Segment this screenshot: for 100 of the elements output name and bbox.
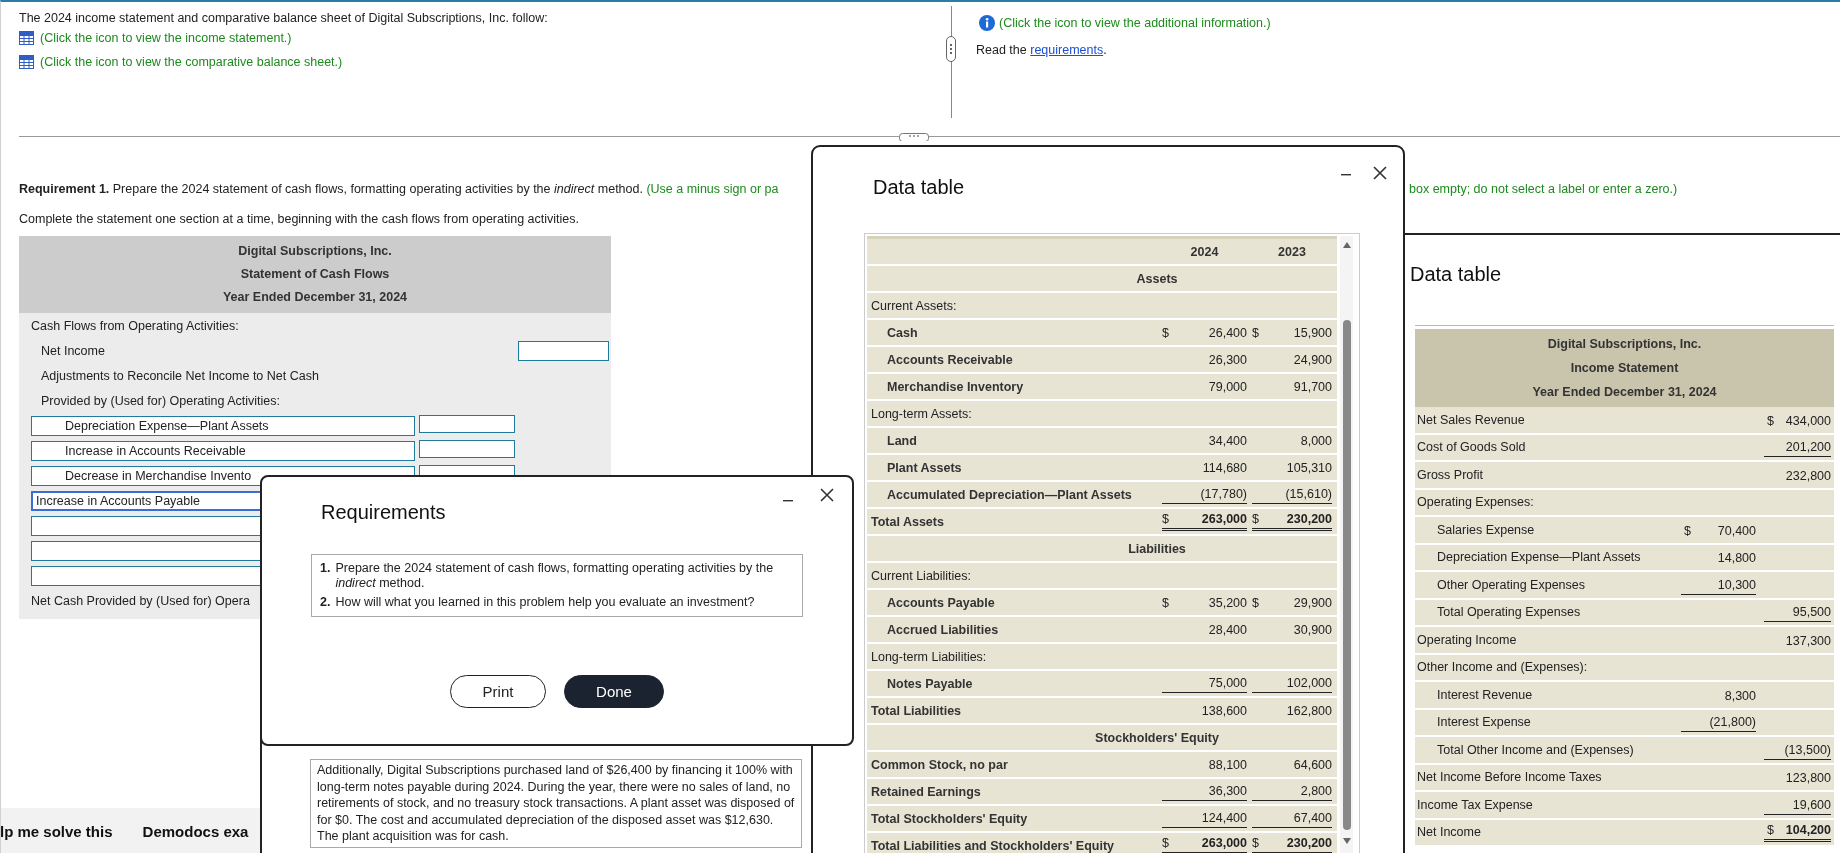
table-cell: 95,500 [1792,605,1831,619]
dialog-title: Data table [873,176,965,199]
requirement-text: Requirement 1. Prepare the 2024 statement of cash flows, formatting operating activities by the indirect method. [19,182,643,196]
statement-title: Statement of Cash Flows [239,266,391,283]
row-label: Depreciation Expense—Plant Assets [1436,550,1642,565]
row-label: Accounts Receivable [886,352,1014,367]
row-label: Operating Income [1416,632,1518,647]
table-cell: 138,600 [1201,704,1247,718]
table-cell: 64,600 [1293,758,1332,772]
table-cell: 105,310 [1286,461,1332,475]
currency-sign: $ [1767,823,1774,837]
column-header: 2023 [1278,245,1306,259]
column-header: 2024 [1190,245,1219,259]
table-cell: 70,400 [1717,523,1756,538]
dialog-title: Data table [1410,263,1502,286]
table-cell: 230,200 [1286,836,1332,850]
additional-info-text: Additionally, Digital Subscriptions purchased land of $26,400 by financing it 100% with long-term notes payable during 2024. During the year, there were no sales of land, no retirements of stock, and no treasury stock transactions. A plant asset was disposed of for $0. The cost and accumulated depreciation of the disposed asset was $12,630. The plant acquisition was for cash. [310,759,802,848]
row-label: Total Assets [870,514,945,529]
table-cell: 91,700 [1293,380,1332,394]
table-cell: 15,900 [1293,326,1332,340]
table-cell: 34,400 [1208,434,1247,448]
row-label: Salaries Expense [1436,522,1536,537]
table-cell: 75,000 [1208,676,1247,690]
item-number: 1. [320,561,331,577]
table-cell: 88,100 [1208,758,1247,772]
currency-sign: $ [1162,596,1169,610]
read-text: Read the requirements. [976,43,1108,57]
statement-title: Income Statement [1569,360,1680,377]
table-cell: 434,000 [1785,413,1831,428]
row-label: Land [886,433,918,448]
row-label: Accrued Liabilities [886,622,1000,637]
row-label: Merchandise Inventory [886,379,1025,394]
row-label: Cost of Goods Sold [1416,440,1527,455]
currency-sign: $ [1684,523,1691,538]
table-cell: 114,680 [1202,461,1247,475]
hint-text: (Use a minus sign or pa [646,182,779,196]
table-cell: 35,200 [1208,596,1247,610]
table-cell: (13,500) [1784,742,1831,757]
table-cell: 26,300 [1208,353,1247,367]
statement-title: Year Ended December 31, 2024 [1531,384,1718,401]
table-cell: 162,800 [1286,704,1332,718]
row-label: Total Liabilities and Stockholders' Equity [870,838,1116,853]
table-cell: 28,400 [1208,623,1247,637]
currency-sign: $ [1162,326,1169,340]
table-cell: 26,400 [1208,326,1247,340]
table-cell: (21,800) [1709,715,1756,729]
requirement-item: Prepare the 2024 statement of cash flows, formatting operating activities by the indirect method. [335,561,775,591]
row-label: Net Income [1416,825,1482,840]
row-label: Total Operating Expenses [1436,605,1582,620]
currency-sign: $ [1252,836,1259,850]
row-label: Retained Earnings [870,784,982,799]
hint-text: box empty; do not select a label or enter a zero.) [1409,182,1679,196]
section-heading: Assets [1136,271,1178,286]
table-cell: 230,200 [1286,512,1332,526]
row-label: Net Income [40,343,105,358]
table-cell: 29,900 [1293,596,1332,610]
statement-title: Year Ended December 31, 2024 [221,289,409,306]
table-cell: 263,000 [1201,512,1247,526]
row-label: Common Stock, no par [870,757,1009,772]
table-cell: 67,400 [1293,811,1332,825]
row-label: Net Income Before Income Taxes [1416,770,1603,785]
row-label: Income Tax Expense [1416,797,1534,812]
row-label: Total Liabilities [870,703,963,718]
currency-sign: $ [1767,413,1774,428]
currency-sign: $ [1162,512,1169,526]
table-cell: 232,800 [1785,468,1831,483]
row-label: Notes Payable [886,676,974,691]
table-cell: 19,600 [1792,797,1831,812]
table-cell: 263,000 [1201,836,1247,850]
table-cell: 14,800 [1717,551,1756,565]
row-label: Total Stockholders' Equity [870,811,1029,826]
row-label: Cash [886,325,919,340]
currency-sign: $ [1252,596,1259,610]
row-label: Long-term Liabilities: [870,649,988,664]
statement-title: Digital Subscriptions, Inc. [237,243,393,260]
row-label: Plant Assets [886,460,963,475]
table-cell: 24,900 [1293,353,1332,367]
row-label: Adjustments to Reconcile Net Income to Net Cash [40,368,319,383]
table-cell: (17,780) [1200,487,1247,501]
row-label: Other Income and (Expenses): [1416,660,1589,675]
section-heading: Stockholders' Equity [1095,730,1219,745]
table-cell: (15,610) [1285,487,1332,501]
currency-sign: $ [1252,326,1259,340]
row-label: Other Operating Expenses [1436,577,1586,592]
table-cell: 123,800 [1785,771,1831,785]
row-label: Total Other Income and (Expenses) [1436,742,1635,757]
currency-sign: $ [1252,512,1259,526]
row-label: Operating Expenses: [1416,495,1535,510]
table-cell: 36,300 [1208,784,1247,798]
item-number: 2. [320,595,331,610]
table-cell: 137,300 [1785,633,1831,648]
table-cell: 201,200 [1785,440,1831,454]
intro-text: The 2024 income statement and comparative balance sheet of Digital Subscriptions, Inc. follow: [19,11,549,25]
row-label: Gross Profit [1416,467,1484,482]
row-label: Accumulated Depreciation—Plant Assets [886,487,1133,502]
row-label: Current Liabilities: [870,568,973,583]
currency-sign: $ [1162,836,1169,850]
table-cell: 30,900 [1293,623,1332,637]
requirement-item: How will what you learned in this problem help you evaluate an investment? [335,595,755,610]
table-cell: 8,000 [1300,434,1332,448]
